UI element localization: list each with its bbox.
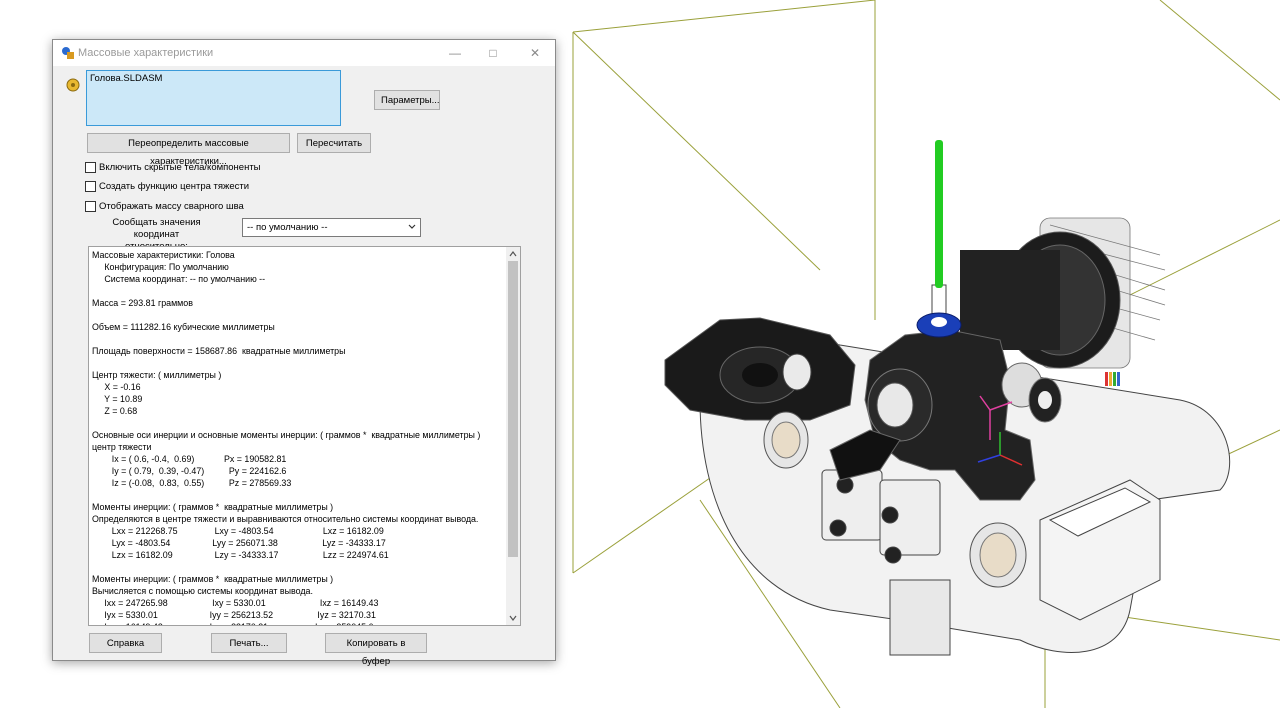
coord-label-line1: Сообщать значения координат bbox=[112, 217, 201, 240]
results-scrollbar[interactable] bbox=[506, 247, 520, 625]
chevron-down-icon[interactable] bbox=[407, 221, 417, 233]
app-icon bbox=[62, 47, 74, 59]
create-cog-label[interactable]: Создать функцию центра тяжести bbox=[99, 181, 249, 192]
scroll-thumb[interactable] bbox=[508, 261, 518, 557]
coord-system-value: -- по умолчанию -- bbox=[247, 222, 328, 233]
component-icon bbox=[66, 78, 80, 92]
dialog-title: Массовые характеристики bbox=[78, 47, 214, 59]
mass-properties-dialog: Массовые характеристики — □ ✕ Голова.SLD… bbox=[52, 39, 556, 667]
copy-to-clipboard-button[interactable]: Копировать в буфер bbox=[325, 633, 427, 667]
minimize-icon[interactable]: — bbox=[435, 40, 475, 66]
help-button[interactable]: Справка bbox=[89, 633, 162, 653]
mass-properties-results[interactable]: Массовые характеристики: Голова Конфигур… bbox=[92, 249, 502, 625]
recalculate-button[interactable]: Пересчитать bbox=[297, 133, 371, 153]
create-cog-checkbox[interactable] bbox=[85, 181, 96, 192]
coord-system-select[interactable]: -- по умолчанию -- bbox=[242, 218, 421, 237]
override-mass-properties-button[interactable]: Переопределить массовые характеристики..… bbox=[87, 133, 290, 167]
chevron-up-icon[interactable] bbox=[508, 249, 518, 259]
include-hidden-checkbox[interactable] bbox=[85, 162, 96, 173]
selected-components-list[interactable]: Голова.SLDASM bbox=[86, 70, 341, 126]
title-bar[interactable]: Массовые характеристики — □ ✕ bbox=[53, 40, 555, 66]
weld-mass-label[interactable]: Отображать массу сварного шва bbox=[99, 201, 244, 212]
close-icon[interactable]: ✕ bbox=[515, 40, 555, 66]
print-button[interactable]: Печать... bbox=[211, 633, 287, 653]
weld-mass-checkbox[interactable] bbox=[85, 201, 96, 212]
chevron-down-icon[interactable] bbox=[508, 613, 518, 623]
maximize-icon[interactable]: □ bbox=[473, 40, 513, 66]
selected-component[interactable]: Голова.SLDASM bbox=[90, 73, 162, 84]
results-textbox[interactable]: Массовые характеристики: Голова Конфигур… bbox=[88, 246, 521, 626]
options-button[interactable]: Параметры... bbox=[374, 90, 440, 110]
assembly-model[interactable] bbox=[664, 140, 1231, 656]
include-hidden-label[interactable]: Включить скрытые тела/компоненты bbox=[99, 162, 261, 173]
